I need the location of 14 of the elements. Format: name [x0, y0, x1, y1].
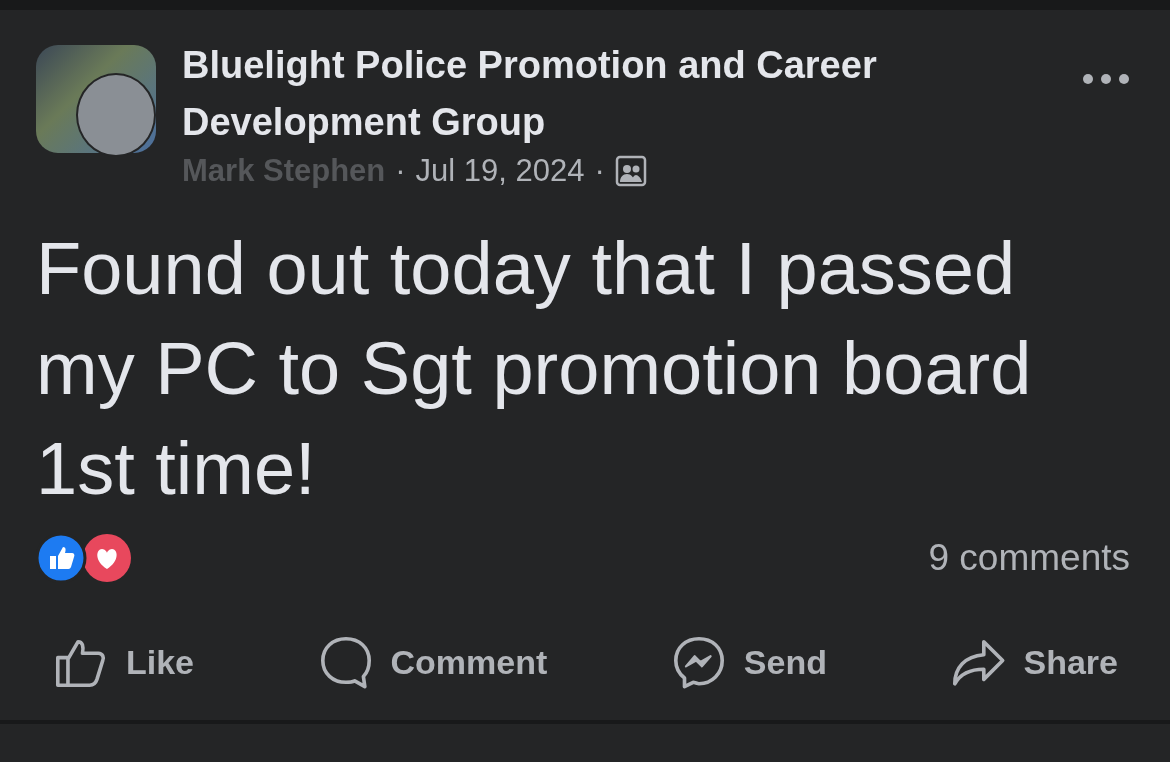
- send-button[interactable]: Send: [669, 633, 827, 691]
- group-audience-icon: [614, 155, 647, 187]
- like-button[interactable]: Like: [52, 633, 195, 691]
- share-button[interactable]: Share: [949, 633, 1118, 691]
- comment-count[interactable]: 9 comments: [928, 537, 1130, 579]
- separator-dot: ·: [395, 153, 406, 189]
- post-date[interactable]: Jul 19, 2024: [415, 153, 585, 189]
- reactions-icon[interactable]: [36, 533, 132, 583]
- group-name[interactable]: Bluelight Police Promotion and Career Development Group: [182, 37, 982, 151]
- comment-button[interactable]: Comment: [316, 633, 548, 691]
- separator-dot: ·: [594, 153, 605, 189]
- group-avatar-photo[interactable]: [36, 45, 156, 153]
- more-options-icon[interactable]: [1082, 73, 1130, 85]
- post-text: Found out today that I passed my PC to Sgt promotion board 1st time!: [36, 226, 1033, 512]
